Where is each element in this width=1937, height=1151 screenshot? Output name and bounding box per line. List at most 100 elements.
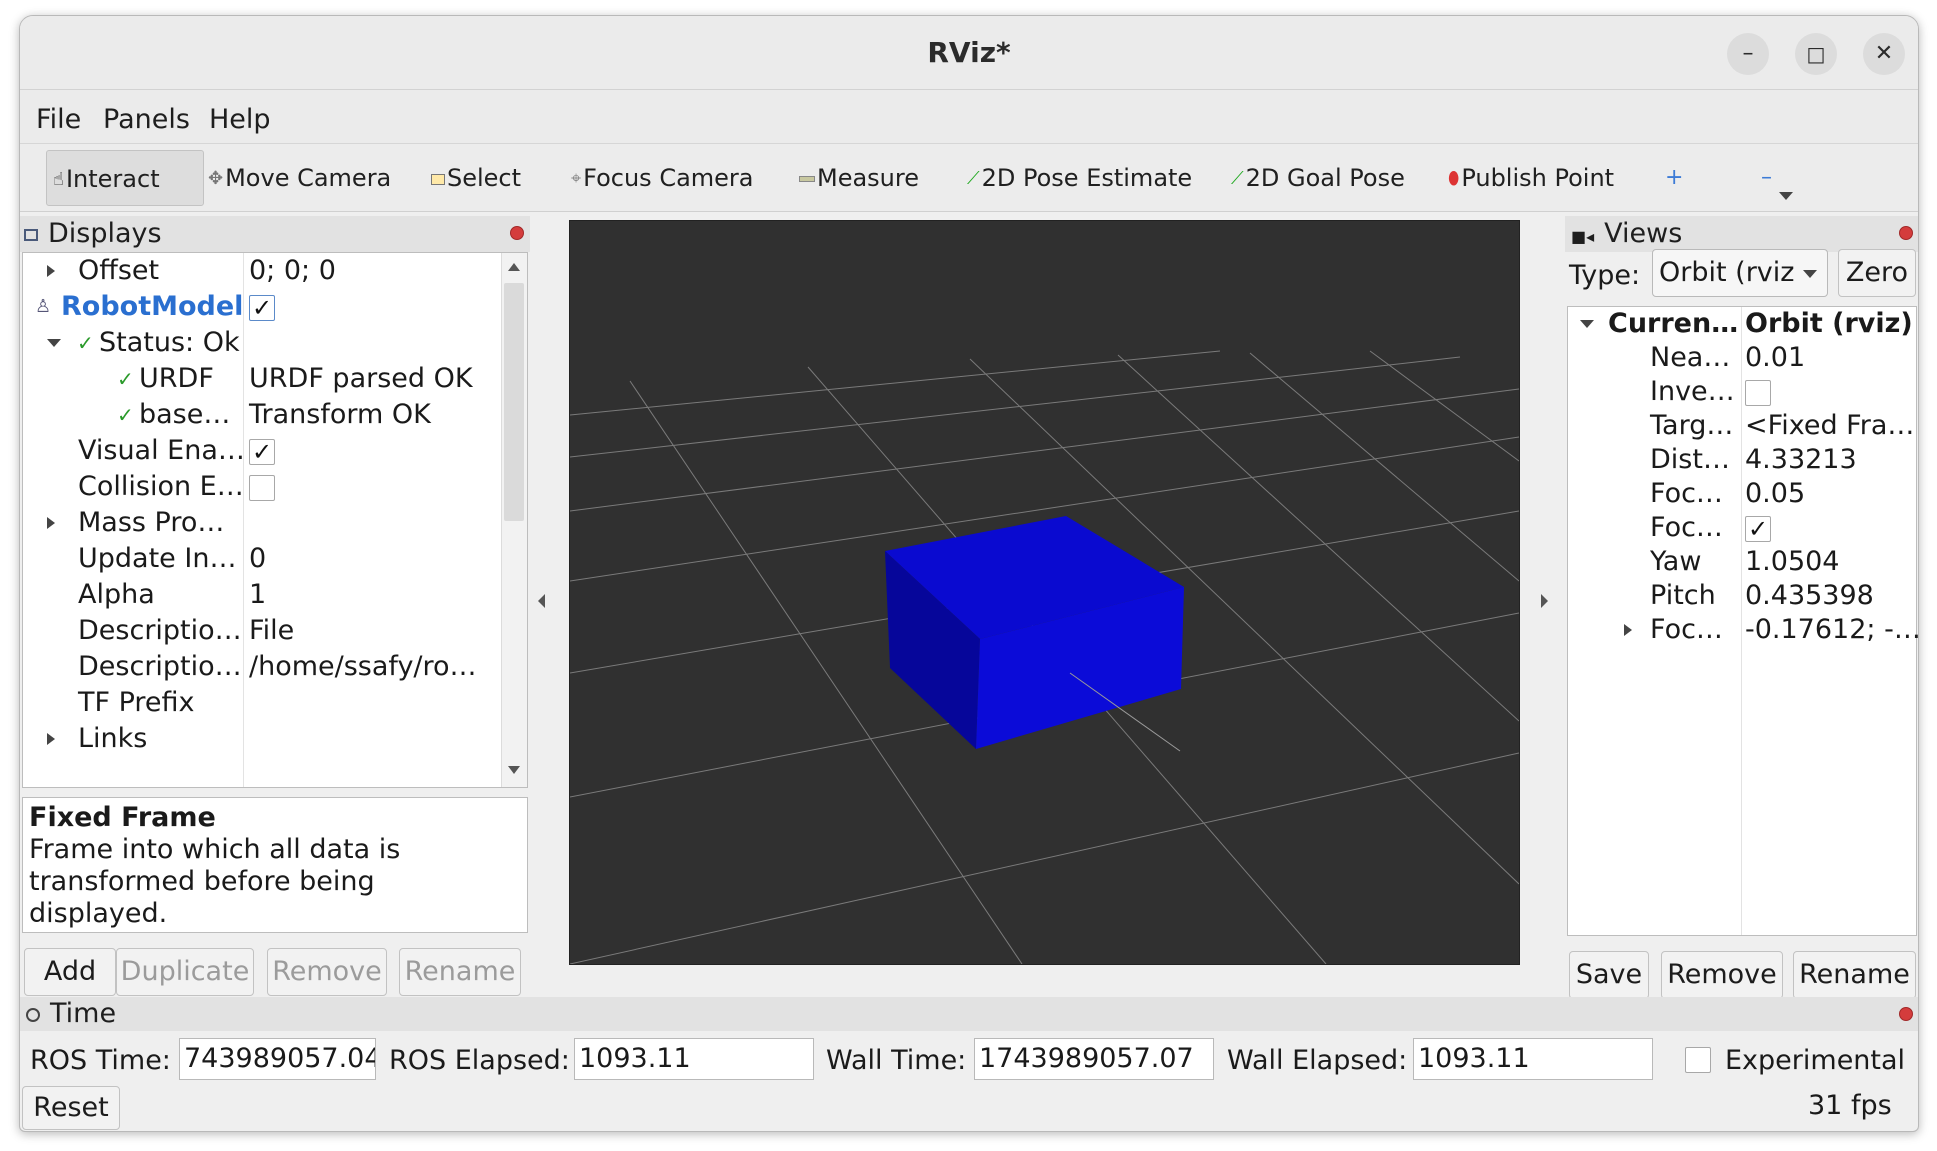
tree-row-mass-properties[interactable]: Mass Pro… bbox=[23, 505, 503, 541]
rviz-window: RViz* – □ ✕ File Panels Help ☝Interact ✥… bbox=[19, 15, 1919, 1132]
viewport-scene bbox=[569, 350, 1520, 965]
robot-box bbox=[885, 516, 1184, 752]
chevron-down-icon bbox=[1803, 270, 1817, 278]
map-pin-icon: ⬮ bbox=[1448, 168, 1460, 189]
reset-button[interactable]: Reset bbox=[22, 1086, 120, 1130]
tree-row-description-source[interactable]: Descriptio… File bbox=[23, 613, 503, 649]
wall-time-field[interactable]: 1743989057.07 bbox=[974, 1038, 1214, 1080]
robotmodel-checkbox[interactable]: ✓ bbox=[249, 294, 275, 321]
time-dock-header: Time bbox=[20, 997, 1918, 1031]
view-row-current[interactable]: Curren… Orbit (rviz) bbox=[1568, 307, 1916, 341]
check-icon: ✓ bbox=[77, 331, 94, 355]
3d-viewport[interactable] bbox=[569, 220, 1520, 965]
tree-row-base[interactable]: ✓ base… Transform OK bbox=[23, 397, 503, 433]
collapse-right-icon[interactable] bbox=[1541, 594, 1548, 608]
displays-tree: Offset 0; 0; 0 ♙ RobotModel ✓ ✓ Status: Ok ✓… bbox=[22, 252, 528, 788]
tree-row-offset[interactable]: Offset 0; 0; 0 bbox=[23, 253, 503, 289]
tree-row-description-file[interactable]: Descriptio…/home/ssafy/ro… bbox=[23, 649, 503, 685]
tree-row-links[interactable]: Links bbox=[23, 721, 503, 757]
remove-view-button[interactable]: Remove bbox=[1661, 951, 1783, 999]
view-type-label: Type: bbox=[1569, 260, 1641, 291]
menu-panels[interactable]: Panels bbox=[103, 104, 190, 135]
menu-file[interactable]: File bbox=[36, 104, 81, 135]
menu-bar: File Panels Help bbox=[20, 90, 1918, 144]
rename-view-button[interactable]: Rename bbox=[1793, 951, 1916, 999]
dock-close-icon[interactable] bbox=[510, 226, 524, 240]
dock-close-icon[interactable] bbox=[1899, 226, 1913, 240]
view-row-distance[interactable]: Dist… 4.33213 bbox=[1568, 443, 1916, 477]
view-row-focal-point[interactable]: Foc… -0.17612; -… bbox=[1568, 613, 1918, 647]
measure-tool[interactable]: Measure bbox=[799, 150, 919, 206]
title-bar: RViz* – □ ✕ bbox=[20, 16, 1918, 90]
move-camera-tool[interactable]: ✥Move Camera bbox=[208, 150, 391, 206]
wall-elapsed-field[interactable]: 1093.11 bbox=[1413, 1038, 1653, 1080]
green-arrow-icon: ⟋ bbox=[1231, 168, 1244, 189]
collision-enabled-checkbox[interactable] bbox=[249, 474, 275, 501]
rename-display-button[interactable]: Rename bbox=[399, 948, 521, 996]
view-row-near-clip[interactable]: Nea… 0.01 bbox=[1568, 341, 1916, 375]
remove-display-button[interactable]: Remove bbox=[267, 948, 387, 996]
select-tool[interactable]: Select bbox=[431, 150, 521, 206]
scroll-thumb[interactable] bbox=[504, 283, 524, 521]
fps-readout: 31 fps bbox=[1808, 1090, 1892, 1121]
menu-help[interactable]: Help bbox=[209, 104, 271, 135]
duplicate-display-button[interactable]: Duplicate bbox=[116, 948, 254, 996]
scroll-up-icon[interactable] bbox=[508, 263, 520, 271]
interact-tool[interactable]: ☝Interact bbox=[46, 150, 204, 206]
select-box-icon bbox=[431, 173, 445, 185]
crosshair-icon: ⌖ bbox=[571, 168, 582, 189]
clock-icon bbox=[26, 1007, 40, 1022]
window-title: RViz* bbox=[927, 36, 1011, 69]
view-row-target-frame[interactable]: Targ… <Fixed Fra… bbox=[1568, 409, 1916, 443]
view-row-focal-shape-size[interactable]: Foc… 0.05 bbox=[1568, 477, 1916, 511]
scroll-down-icon[interactable] bbox=[508, 766, 520, 774]
dock-close-icon[interactable] bbox=[1899, 1007, 1913, 1021]
focus-camera-tool[interactable]: ⌖Focus Camera bbox=[571, 150, 754, 206]
check-icon: ✓ bbox=[117, 367, 134, 391]
help-text-line-2: transformed before being displayed. bbox=[29, 866, 375, 929]
remove-tool-button[interactable]: – bbox=[1761, 150, 1772, 206]
view-row-invert-z[interactable]: Inve… bbox=[1568, 375, 1916, 409]
camera-icon: ■◂ bbox=[1571, 227, 1595, 246]
hand-pointer-icon: ☝ bbox=[53, 169, 64, 190]
view-row-yaw[interactable]: Yaw 1.0504 bbox=[1568, 545, 1916, 579]
view-row-focal-shape-fixed[interactable]: Foc… ✓ bbox=[1568, 511, 1916, 545]
toolbar-dropdown-arrow[interactable] bbox=[1779, 185, 1793, 204]
pose-estimate-tool[interactable]: ⟋2D Pose Estimate bbox=[967, 150, 1192, 206]
tree-row-status[interactable]: ✓ Status: Ok bbox=[23, 325, 503, 361]
robot-icon: ♙ bbox=[35, 296, 52, 317]
tree-row-tf-prefix[interactable]: TF Prefix bbox=[23, 685, 503, 721]
ros-elapsed-field[interactable]: 1093.11 bbox=[574, 1038, 814, 1080]
displays-dock-header: Displays bbox=[20, 216, 530, 252]
help-title: Fixed Frame bbox=[29, 802, 216, 833]
displays-scrollbar[interactable] bbox=[501, 253, 527, 787]
tree-row-alpha[interactable]: Alpha 1 bbox=[23, 577, 503, 613]
wall-elapsed-label: Wall Elapsed: bbox=[1227, 1045, 1408, 1076]
experimental-checkbox[interactable] bbox=[1685, 1047, 1711, 1073]
tree-row-collision-enabled[interactable]: Collision E… bbox=[23, 469, 503, 505]
close-button[interactable]: ✕ bbox=[1863, 33, 1905, 75]
ruler-icon bbox=[799, 176, 815, 182]
tree-row-robotmodel[interactable]: ♙ RobotModel ✓ bbox=[23, 289, 503, 325]
view-type-select[interactable]: Orbit (rviz bbox=[1652, 249, 1828, 297]
minimize-button[interactable]: – bbox=[1727, 33, 1769, 75]
ros-elapsed-label: ROS Elapsed: bbox=[389, 1045, 570, 1076]
visual-enabled-checkbox[interactable]: ✓ bbox=[249, 438, 275, 465]
add-tool-button[interactable]: + bbox=[1665, 150, 1683, 206]
save-view-button[interactable]: Save bbox=[1569, 951, 1649, 999]
view-row-pitch[interactable]: Pitch 0.435398 bbox=[1568, 579, 1916, 613]
goal-pose-tool[interactable]: ⟋2D Goal Pose bbox=[1231, 150, 1405, 206]
views-dock-header: ■◂ Views bbox=[1565, 216, 1918, 252]
experimental-label: Experimental bbox=[1725, 1045, 1906, 1076]
maximize-button[interactable]: □ bbox=[1795, 33, 1837, 75]
ros-time-field[interactable]: 743989057.04 bbox=[179, 1038, 376, 1080]
collapse-left-icon[interactable] bbox=[538, 594, 545, 608]
tree-row-visual-enabled[interactable]: Visual Ena… ✓ bbox=[23, 433, 503, 469]
focal-shape-fixed-checkbox[interactable]: ✓ bbox=[1745, 515, 1771, 542]
zero-view-button[interactable]: Zero bbox=[1838, 249, 1916, 297]
invert-z-checkbox[interactable] bbox=[1745, 379, 1771, 406]
tree-row-update-interval[interactable]: Update In… 0 bbox=[23, 541, 503, 577]
add-display-button[interactable]: Add bbox=[24, 948, 116, 996]
tree-row-urdf[interactable]: ✓ URDF URDF parsed OK bbox=[23, 361, 503, 397]
publish-point-tool[interactable]: ⬮Publish Point bbox=[1448, 150, 1614, 206]
